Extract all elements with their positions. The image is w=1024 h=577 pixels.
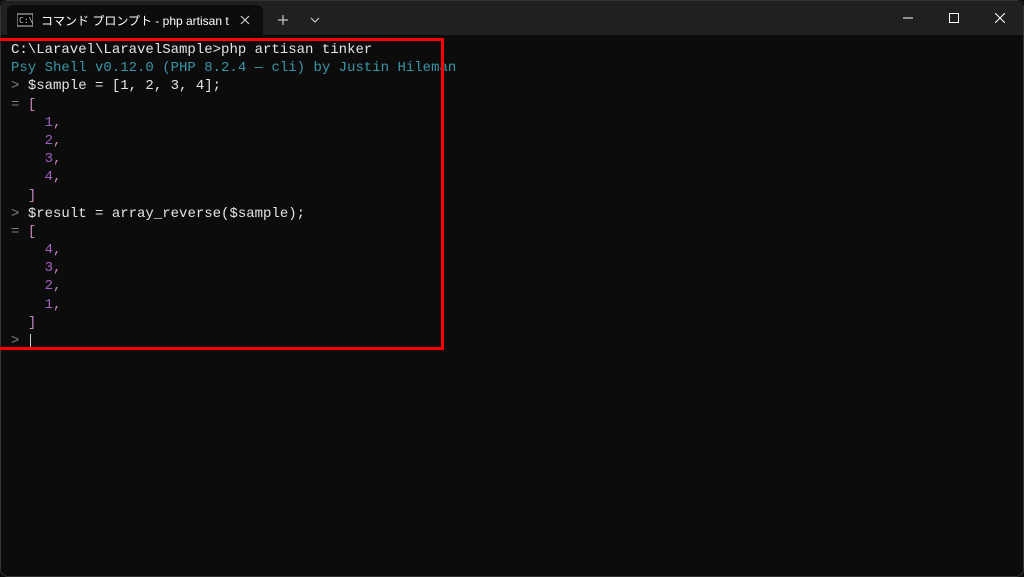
result-2-close: ]: [11, 314, 1013, 332]
result-2-item: 1,: [11, 296, 1013, 314]
repl-input-1: > $sample = [1, 2, 3, 4];: [11, 77, 1013, 95]
active-tab[interactable]: C:\ コマンド プロンプト - php artisan t: [7, 5, 263, 35]
minimize-button[interactable]: [885, 1, 931, 35]
svg-text:C:\: C:\: [19, 16, 33, 25]
close-window-button[interactable]: [977, 1, 1023, 35]
result-2-open: = [: [11, 223, 1013, 241]
command-line: C:\Laravel\LaravelSample>php artisan tin…: [11, 41, 1013, 59]
result-1-item: 1,: [11, 114, 1013, 132]
title-bar: C:\ コマンド プロンプト - php artisan t: [1, 1, 1023, 35]
result-1-item: 4,: [11, 168, 1013, 186]
close-tab-icon[interactable]: [237, 12, 253, 28]
tab-controls: [263, 5, 335, 35]
cursor-icon: [30, 334, 31, 349]
result-2-item: 2,: [11, 277, 1013, 295]
cmd-icon: C:\: [17, 12, 33, 28]
result-1-item: 2,: [11, 132, 1013, 150]
new-tab-button[interactable]: [267, 5, 299, 35]
window-controls: [885, 1, 1023, 35]
maximize-button[interactable]: [931, 1, 977, 35]
tab-dropdown-button[interactable]: [299, 5, 331, 35]
repl-prompt-current: >: [11, 332, 1013, 350]
repl-input-2: > $result = array_reverse($sample);: [11, 205, 1013, 223]
result-2-item: 4,: [11, 241, 1013, 259]
result-2-item: 3,: [11, 259, 1013, 277]
psy-banner: Psy Shell v0.12.0 (PHP 8.2.4 — cli) by J…: [11, 59, 1013, 77]
result-1-close: ]: [11, 187, 1013, 205]
result-1-item: 3,: [11, 150, 1013, 168]
result-1-open: = [: [11, 96, 1013, 114]
terminal-content[interactable]: C:\Laravel\LaravelSample>php artisan tin…: [1, 35, 1023, 356]
tab-title: コマンド プロンプト - php artisan t: [41, 12, 229, 29]
